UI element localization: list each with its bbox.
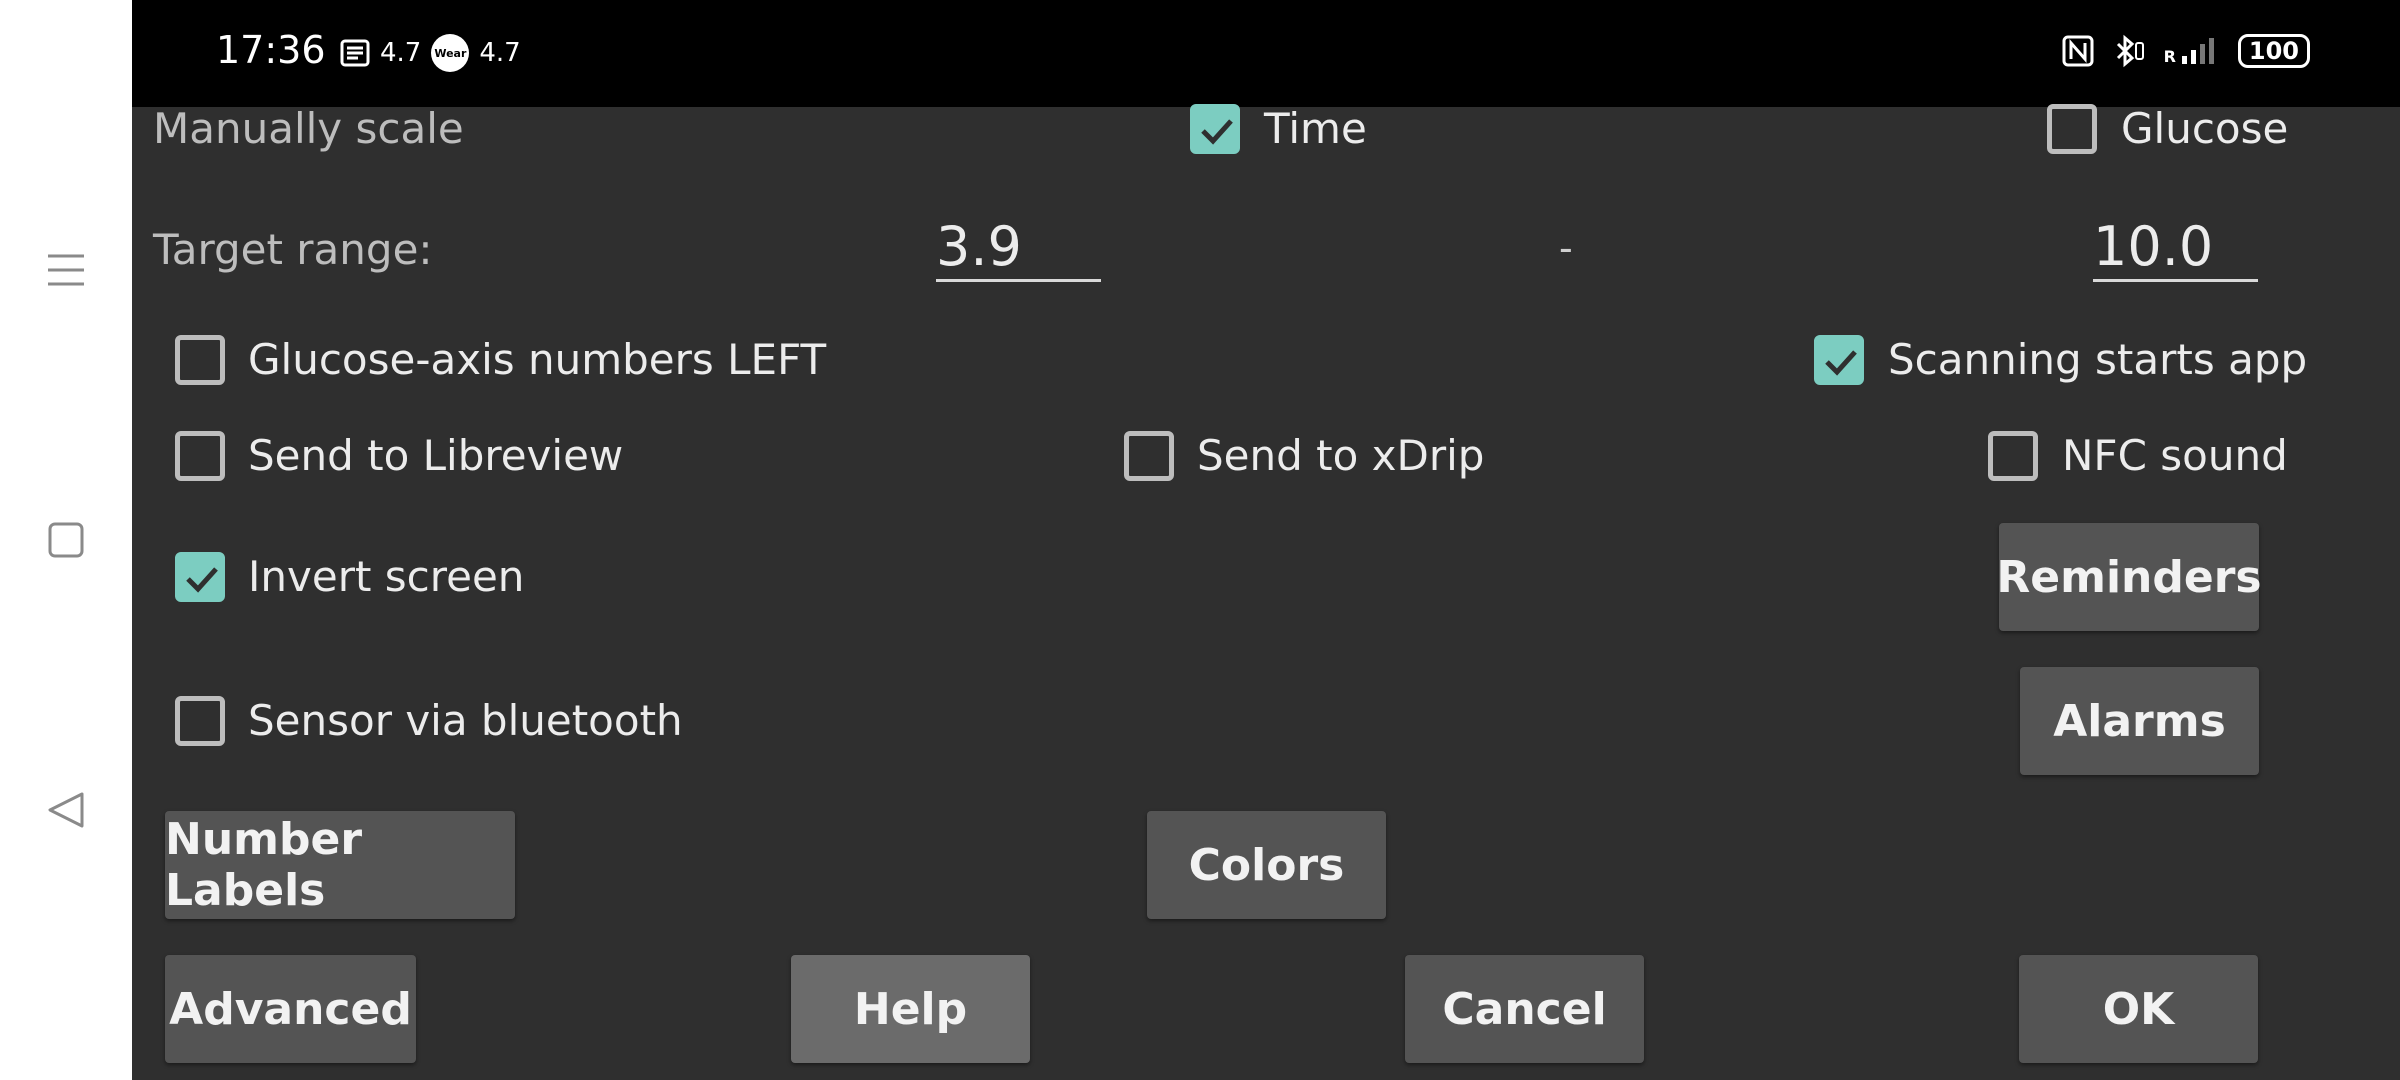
navigation-bar — [0, 0, 132, 1080]
target-high-input[interactable]: 10.0 — [2093, 215, 2258, 282]
nfc-sound-checkbox[interactable] — [1988, 431, 2038, 481]
wear-icon: Wear — [431, 34, 470, 72]
status-value-2: 4.7 — [479, 38, 521, 68]
glucose-axis-left-checkbox[interactable] — [175, 335, 225, 385]
send-libreview-checkbox[interactable] — [175, 431, 225, 481]
battery-indicator: 100 — [2237, 34, 2310, 68]
glucose-checkbox-label[interactable]: Glucose — [2121, 104, 2288, 153]
time-checkbox[interactable] — [1190, 104, 1240, 154]
target-low-input[interactable]: 3.9 — [936, 215, 1101, 282]
invert-screen-checkbox[interactable] — [175, 552, 225, 602]
cancel-button[interactable]: Cancel — [1405, 955, 1644, 1063]
number-labels-button[interactable]: Number Labels — [165, 811, 515, 919]
range-separator: - — [1559, 226, 1573, 270]
help-button[interactable]: Help — [791, 955, 1030, 1063]
bluetooth-icon — [2116, 34, 2144, 68]
glucose-checkbox[interactable] — [2047, 104, 2097, 154]
send-libreview-label[interactable]: Send to Libreview — [248, 431, 623, 480]
check-icon — [1825, 350, 1857, 376]
advanced-button[interactable]: Advanced — [165, 955, 416, 1063]
time-checkbox-label[interactable]: Time — [1264, 104, 1367, 153]
notification-icon — [340, 39, 370, 67]
target-range-label: Target range: — [153, 225, 433, 274]
reminders-button[interactable]: Reminders — [1996, 523, 2262, 631]
status-left-icons: 4.7 Wear 4.7 — [340, 34, 521, 72]
scanning-starts-app-checkbox[interactable] — [1814, 335, 1864, 385]
manual-scale-label: Manually scale — [153, 104, 464, 153]
status-bar: 17:36 4.7 Wear 4.7 R 100 — [132, 0, 2400, 107]
sensor-bluetooth-checkbox[interactable] — [175, 696, 225, 746]
invert-screen-label[interactable]: Invert screen — [248, 552, 524, 601]
status-right-icons: R 100 — [2062, 34, 2310, 68]
check-icon — [186, 567, 218, 593]
check-icon — [1201, 119, 1233, 145]
nfc-sound-label[interactable]: NFC sound — [2062, 431, 2288, 480]
home-square-icon[interactable] — [38, 512, 94, 568]
send-xdrip-checkbox[interactable] — [1124, 431, 1174, 481]
status-value-1: 4.7 — [380, 38, 422, 68]
status-time: 17:36 — [216, 28, 326, 72]
scanning-starts-app-label[interactable]: Scanning starts app — [1888, 335, 2307, 384]
nfc-icon — [2062, 35, 2094, 67]
alarms-button[interactable]: Alarms — [2020, 667, 2259, 775]
sensor-bluetooth-label[interactable]: Sensor via bluetooth — [248, 696, 683, 745]
glucose-axis-left-label[interactable]: Glucose-axis numbers LEFT — [248, 335, 826, 384]
menu-icon[interactable] — [38, 242, 94, 298]
signal-icon: R — [2164, 36, 2220, 66]
send-xdrip-label[interactable]: Send to xDrip — [1197, 431, 1484, 480]
back-triangle-icon[interactable] — [38, 782, 94, 838]
ok-button[interactable]: OK — [2019, 955, 2258, 1063]
signal-roaming-label: R — [2163, 47, 2176, 66]
colors-button[interactable]: Colors — [1147, 811, 1386, 919]
